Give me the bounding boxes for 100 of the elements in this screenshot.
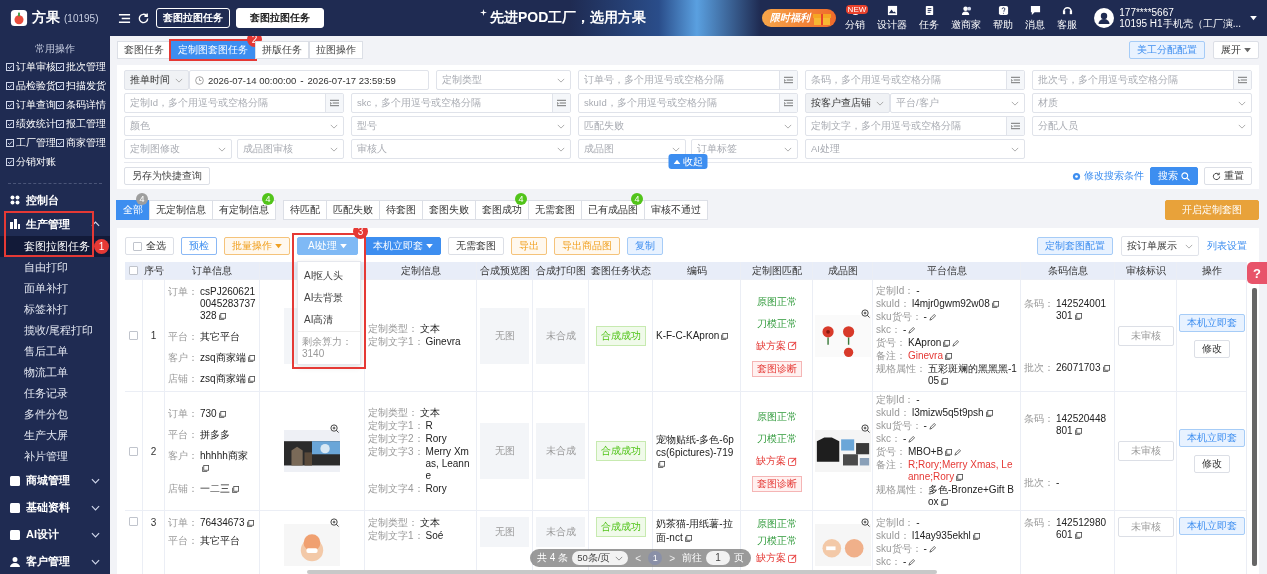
reset-button[interactable]: 重置	[1204, 167, 1252, 185]
toolbar-button[interactable]: 帮助	[990, 4, 1017, 32]
menu-item[interactable]: 生产大屏	[0, 425, 110, 446]
copy-icon[interactable]	[232, 485, 239, 493]
copy-icon[interactable]	[945, 449, 953, 456]
zoom-in-icon[interactable]	[860, 424, 870, 433]
list-button[interactable]	[1233, 71, 1251, 89]
menu-item[interactable]: 控制台	[0, 188, 110, 212]
list-button[interactable]	[325, 94, 343, 112]
copy-icon[interactable]	[721, 333, 729, 340]
copy-icon[interactable]	[684, 535, 692, 542]
caret-icon[interactable]	[1250, 15, 1257, 21]
copy-icon[interactable]	[1074, 532, 1082, 539]
page-input[interactable]: 1	[706, 551, 731, 565]
menu-item[interactable]: 标签补打	[0, 299, 110, 320]
toolbar-button[interactable]: 无需套图	[448, 237, 505, 255]
menu-item[interactable]: AI高清	[298, 309, 360, 331]
menu-item[interactable]: 补片管理	[0, 446, 110, 467]
checkbox[interactable]	[129, 266, 138, 275]
menu-item[interactable]: 多件分包	[0, 404, 110, 425]
quick-link[interactable]: 批次管理	[56, 60, 106, 74]
menu-icon[interactable]	[118, 11, 131, 25]
copy-icon[interactable]	[658, 461, 665, 468]
quick-link[interactable]: 分销对账	[6, 155, 56, 169]
diagnose-button[interactable]: 套图诊断	[751, 360, 802, 377]
copy-icon[interactable]	[972, 533, 980, 540]
pencil-icon[interactable]	[908, 559, 916, 566]
copy-icon[interactable]	[991, 300, 999, 308]
copy-icon[interactable]	[1074, 312, 1082, 320]
expand-button[interactable]: 展开	[1213, 41, 1259, 59]
help-button[interactable]: ?	[1247, 262, 1267, 284]
copy-icon[interactable]	[943, 339, 951, 347]
toolbar-button[interactable]: 客服	[1054, 4, 1081, 32]
zoom-in-icon[interactable]	[860, 308, 870, 318]
diagnose-button[interactable]: 套图诊断	[751, 476, 802, 492]
quick-link[interactable]: 报工管理	[56, 117, 106, 131]
copy-icon[interactable]	[218, 410, 226, 418]
date-range-field[interactable]: 2026-07-14 00:00:00 - 2026-07-17 23:59:59	[189, 70, 430, 90]
status-tab[interactable]: 套图失败	[422, 200, 476, 220]
menu-item[interactable]: AI去背景	[298, 287, 360, 309]
scrollbar[interactable]	[1252, 288, 1257, 566]
zoom-in-icon[interactable]	[330, 424, 339, 433]
page-tab[interactable]: 套图拉图任务	[156, 8, 230, 28]
list-button[interactable]	[552, 94, 570, 112]
quick-link[interactable]: 工厂管理	[6, 136, 56, 150]
menu-item[interactable]: 生产管理	[0, 212, 110, 236]
action-button[interactable]: 修改	[1193, 339, 1230, 358]
tab[interactable]: 套图任务	[117, 41, 171, 59]
zoom-in-icon[interactable]	[860, 518, 870, 527]
copy-icon[interactable]	[246, 520, 254, 527]
menu-item[interactable]: 客户管理	[0, 548, 110, 574]
scrollbar[interactable]	[307, 570, 937, 574]
edit-icon[interactable]	[788, 456, 797, 466]
status-tab[interactable]: 无需套图	[528, 200, 582, 220]
select-field[interactable]: 按客户查店铺	[805, 93, 890, 113]
quick-link[interactable]: 订单审核	[6, 60, 56, 74]
copy-icon[interactable]	[940, 499, 948, 506]
toolbar-button[interactable]: 任务	[916, 4, 943, 32]
quick-link[interactable]: 商家管理	[56, 136, 106, 150]
pencil-icon[interactable]	[928, 423, 936, 430]
edit-icon[interactable]	[788, 553, 797, 563]
quick-link[interactable]: 品检验货	[6, 79, 56, 93]
list-button[interactable]	[779, 94, 797, 112]
copy-icon[interactable]	[956, 474, 964, 481]
quick-link[interactable]: 条码详情	[56, 98, 106, 112]
status-tab[interactable]: 匹配失败	[326, 200, 380, 220]
refresh-icon[interactable]	[137, 11, 150, 25]
avatar-icon[interactable]	[1094, 8, 1115, 28]
copy-icon[interactable]	[202, 464, 209, 472]
toolbar-button[interactable]: 邀商家	[948, 4, 985, 32]
quick-link[interactable]: 订单查询	[6, 98, 56, 112]
pencil-icon[interactable]	[954, 449, 962, 456]
toolbar-button[interactable]: 设计器	[874, 4, 911, 32]
pencil-icon[interactable]	[908, 436, 916, 443]
menu-item[interactable]: AI抠人头	[298, 265, 360, 287]
menu-item[interactable]: 揽收/尾程打印	[0, 320, 110, 341]
list-settings-link[interactable]: 列表设置	[1207, 239, 1247, 253]
status-tab[interactable]: 无定制信息	[149, 200, 213, 220]
copy-icon[interactable]	[1074, 428, 1082, 435]
edit-icon[interactable]	[788, 341, 797, 350]
status-tab[interactable]: 审核不通过	[644, 200, 708, 220]
copy-icon[interactable]	[941, 377, 949, 385]
tab[interactable]: 拼版任务	[255, 41, 309, 59]
toolbar-button[interactable]: NEW 分销	[842, 4, 869, 32]
zoom-in-icon[interactable]	[330, 518, 339, 527]
tab[interactable]: 拉图操作	[309, 41, 363, 59]
menu-item[interactable]: 售后工单	[0, 341, 110, 362]
checkbox[interactable]	[129, 331, 138, 340]
page-tab[interactable]: 套图拉图任务	[236, 8, 324, 28]
list-button[interactable]	[1006, 117, 1024, 135]
copy-icon[interactable]	[218, 313, 226, 320]
menu-item[interactable]: 物流工单	[0, 362, 110, 383]
select-field[interactable]: 按订单展示	[1121, 236, 1199, 256]
status-tab[interactable]: 待套图	[379, 200, 423, 220]
checkbox[interactable]	[133, 241, 142, 251]
menu-item[interactable]: 任务记录	[0, 383, 110, 404]
list-button[interactable]	[779, 71, 797, 89]
toolbar-button[interactable]: 消息	[1022, 4, 1049, 32]
action-button[interactable]: 修改	[1193, 455, 1230, 473]
pencil-icon[interactable]	[928, 546, 936, 553]
